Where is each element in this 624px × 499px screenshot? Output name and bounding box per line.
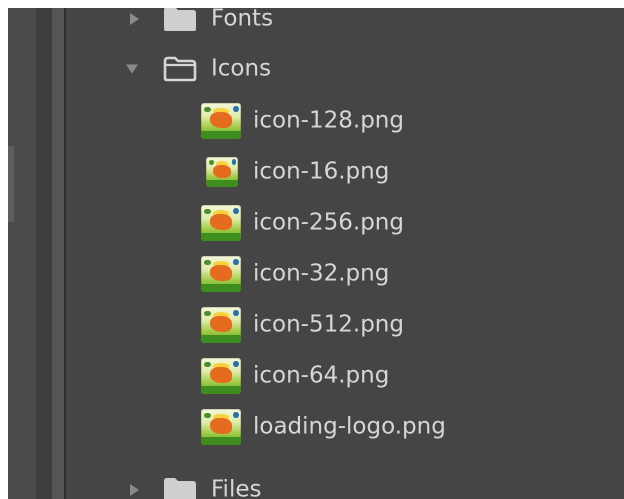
tree-file-icon-256[interactable]: icon-256.png bbox=[8, 203, 624, 243]
image-thumbnail-icon bbox=[201, 358, 241, 394]
tree-item-label: icon-64.png bbox=[253, 362, 390, 389]
chevron-right-icon[interactable] bbox=[130, 13, 139, 25]
tree-item-label: Icons bbox=[211, 55, 272, 82]
chevron-down-icon[interactable] bbox=[126, 64, 138, 74]
tree-file-icon-128[interactable]: icon-128.png bbox=[8, 101, 624, 141]
image-thumbnail-icon bbox=[201, 205, 241, 241]
tree-file-icon-64[interactable]: icon-64.png bbox=[8, 356, 624, 396]
tree-item-label: icon-512.png bbox=[253, 311, 404, 338]
tree-file-loading-logo[interactable]: loading-logo.png bbox=[8, 407, 624, 447]
image-thumbnail-icon bbox=[201, 307, 241, 343]
image-thumbnail-icon bbox=[201, 256, 241, 292]
tree-item-label: icon-256.png bbox=[253, 209, 404, 236]
file-tree-panel: Fonts Icons icon-128.png icon-16.png ico… bbox=[8, 8, 624, 499]
image-thumbnail-icon bbox=[206, 157, 238, 187]
tree-item-label: icon-32.png bbox=[253, 260, 390, 287]
tree-item-label: Fonts bbox=[211, 8, 274, 32]
tree-file-icon-32[interactable]: icon-32.png bbox=[8, 254, 624, 294]
chevron-right-icon[interactable] bbox=[130, 484, 139, 496]
tree-file-icon-16[interactable]: icon-16.png bbox=[8, 152, 624, 192]
tree-item-label: icon-128.png bbox=[253, 107, 404, 134]
tree-item-files[interactable]: Files bbox=[8, 470, 624, 499]
image-thumbnail-icon bbox=[201, 409, 241, 445]
tree-file-icon-512[interactable]: icon-512.png bbox=[8, 305, 624, 345]
tree-item-icons[interactable]: Icons bbox=[8, 49, 624, 89]
folder-filled-icon bbox=[164, 478, 196, 499]
tree-item-label: loading-logo.png bbox=[253, 413, 446, 440]
folder-outline-icon bbox=[163, 56, 197, 82]
image-thumbnail-icon bbox=[201, 103, 241, 139]
file-tree: Fonts Icons icon-128.png icon-16.png ico… bbox=[8, 8, 624, 499]
tree-item-label: Files bbox=[211, 476, 262, 499]
folder-filled-icon bbox=[164, 8, 196, 31]
tree-item-fonts[interactable]: Fonts bbox=[8, 8, 624, 39]
tree-item-label: icon-16.png bbox=[253, 158, 390, 185]
